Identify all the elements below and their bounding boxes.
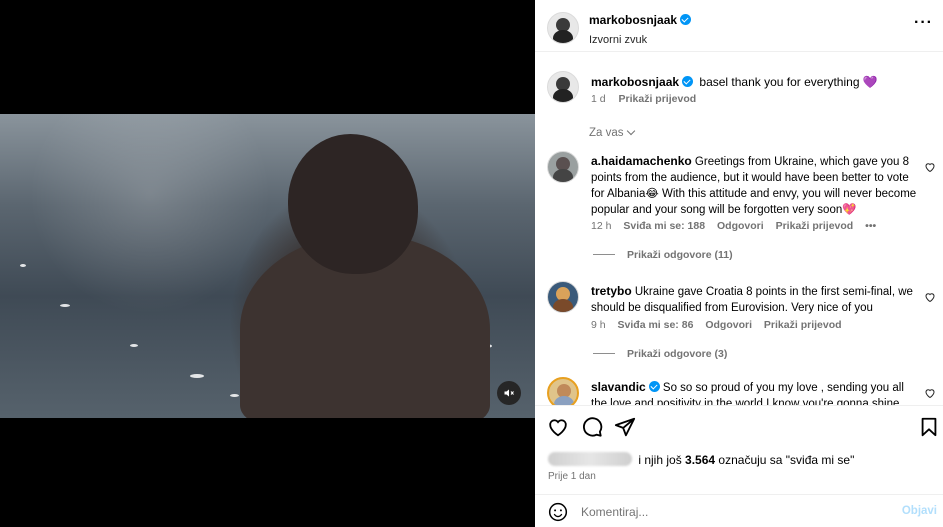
- post-header: markobosnjaak Izvorni zvuk ···: [535, 0, 943, 52]
- commenter-avatar[interactable]: [547, 281, 579, 313]
- post-side-panel: markobosnjaak Izvorni zvuk ··· markobosn…: [535, 0, 943, 527]
- filter-label: Za vas: [589, 127, 624, 139]
- comment-meta: 9 h Sviđa mi se: 86 Odgovori Prikaži pri…: [591, 319, 851, 331]
- person-head: [288, 134, 418, 274]
- mute-toggle-button[interactable]: [497, 381, 521, 405]
- bookmark-icon[interactable]: [918, 416, 940, 438]
- water-sparkle: [190, 374, 204, 378]
- author-info: markobosnjaak Izvorni zvuk: [589, 11, 692, 46]
- like-comment-heart-icon[interactable]: [924, 161, 936, 173]
- commenter-username[interactable]: slavandic: [591, 380, 646, 394]
- like-comment-heart-icon[interactable]: [924, 291, 936, 303]
- likes-count: 3.564: [685, 453, 716, 467]
- likes-prefix: i njih još: [638, 453, 682, 467]
- share-send-icon[interactable]: [614, 416, 636, 438]
- post-comment-button[interactable]: Objavi: [902, 505, 937, 517]
- media-panel: [0, 0, 535, 527]
- likes-suffix: označuju sa "sviđa mi se": [718, 453, 855, 467]
- comment-meta: 12 h Sviđa mi se: 188 Odgovori Prikaži p…: [591, 220, 885, 232]
- water-sparkle: [20, 264, 26, 267]
- author-username[interactable]: markobosnjaak: [589, 13, 677, 27]
- translate-link[interactable]: Prikaži prijevod: [619, 93, 697, 105]
- replies-label: Prikaži odgovore (11): [627, 249, 733, 261]
- commenter-username[interactable]: a.haidamachenko: [591, 154, 692, 168]
- comment-time: 12 h: [591, 220, 612, 232]
- reply-button[interactable]: Odgovori: [705, 319, 752, 331]
- speaker-muted-icon: [504, 389, 514, 397]
- verified-badge-icon: [680, 14, 692, 25]
- comment-time: 9 h: [591, 319, 606, 331]
- verified-badge-icon: [682, 76, 694, 87]
- reply-divider: [593, 353, 615, 354]
- comment-likes[interactable]: Sviđa mi se: 188: [623, 220, 705, 232]
- comment-filter-dropdown[interactable]: Za vas: [589, 126, 635, 139]
- emoji-icon[interactable]: [548, 502, 568, 522]
- caption-time: 1 d: [591, 93, 606, 105]
- commenter-username[interactable]: tretybo: [591, 284, 632, 298]
- caption-text: basel thank you for everything 💜: [699, 75, 878, 89]
- verified-badge-icon: [648, 381, 660, 392]
- caption-username[interactable]: markobosnjaak: [591, 75, 679, 89]
- comments-list[interactable]: markobosnjaak basel thank you for everyt…: [535, 53, 943, 405]
- author-avatar[interactable]: [547, 71, 579, 103]
- video-player[interactable]: [0, 114, 535, 418]
- reply-divider: [593, 254, 615, 255]
- post-time-ago[interactable]: Prije 1 dan: [548, 471, 596, 482]
- translate-link[interactable]: Prikaži prijevod: [764, 319, 842, 331]
- show-replies-link[interactable]: Prikaži odgovore (3): [593, 348, 727, 360]
- show-replies-link[interactable]: Prikaži odgovore (11): [593, 249, 733, 261]
- comment-composer: Objavi: [535, 494, 943, 527]
- post-actions: i njih još 3.564 označuju sa "sviđa mi s…: [535, 405, 943, 527]
- like-comment-heart-icon[interactable]: [924, 387, 936, 399]
- comment-text: Ukraine gave Croatia 8 points in the fir…: [591, 286, 913, 314]
- reply-button[interactable]: Odgovori: [717, 220, 764, 232]
- water-sparkle: [230, 394, 239, 397]
- heart-icon[interactable]: [547, 416, 569, 438]
- commenter-avatar[interactable]: [547, 151, 579, 183]
- blurred-liker-avatars: [548, 452, 632, 466]
- audio-label[interactable]: Izvorni zvuk: [589, 34, 691, 46]
- author-avatar[interactable]: [547, 12, 579, 44]
- translate-link[interactable]: Prikaži prijevod: [776, 220, 854, 232]
- likes-summary[interactable]: i njih još 3.564 označuju sa "sviđa mi s…: [548, 452, 854, 467]
- comment-likes[interactable]: Sviđa mi se: 86: [618, 319, 694, 331]
- caption-meta: 1 d Prikaži prijevod: [591, 93, 706, 105]
- commenter-avatar[interactable]: [547, 377, 579, 405]
- comment-input[interactable]: [581, 502, 881, 522]
- chevron-down-icon: [626, 126, 635, 136]
- replies-label: Prikaži odgovore (3): [627, 348, 728, 360]
- water-sparkle: [130, 344, 138, 347]
- water-sparkle: [60, 304, 70, 307]
- comment-bubble-icon[interactable]: [581, 416, 603, 438]
- more-options-icon[interactable]: ···: [914, 14, 933, 32]
- comment-options-icon[interactable]: •••: [865, 220, 876, 232]
